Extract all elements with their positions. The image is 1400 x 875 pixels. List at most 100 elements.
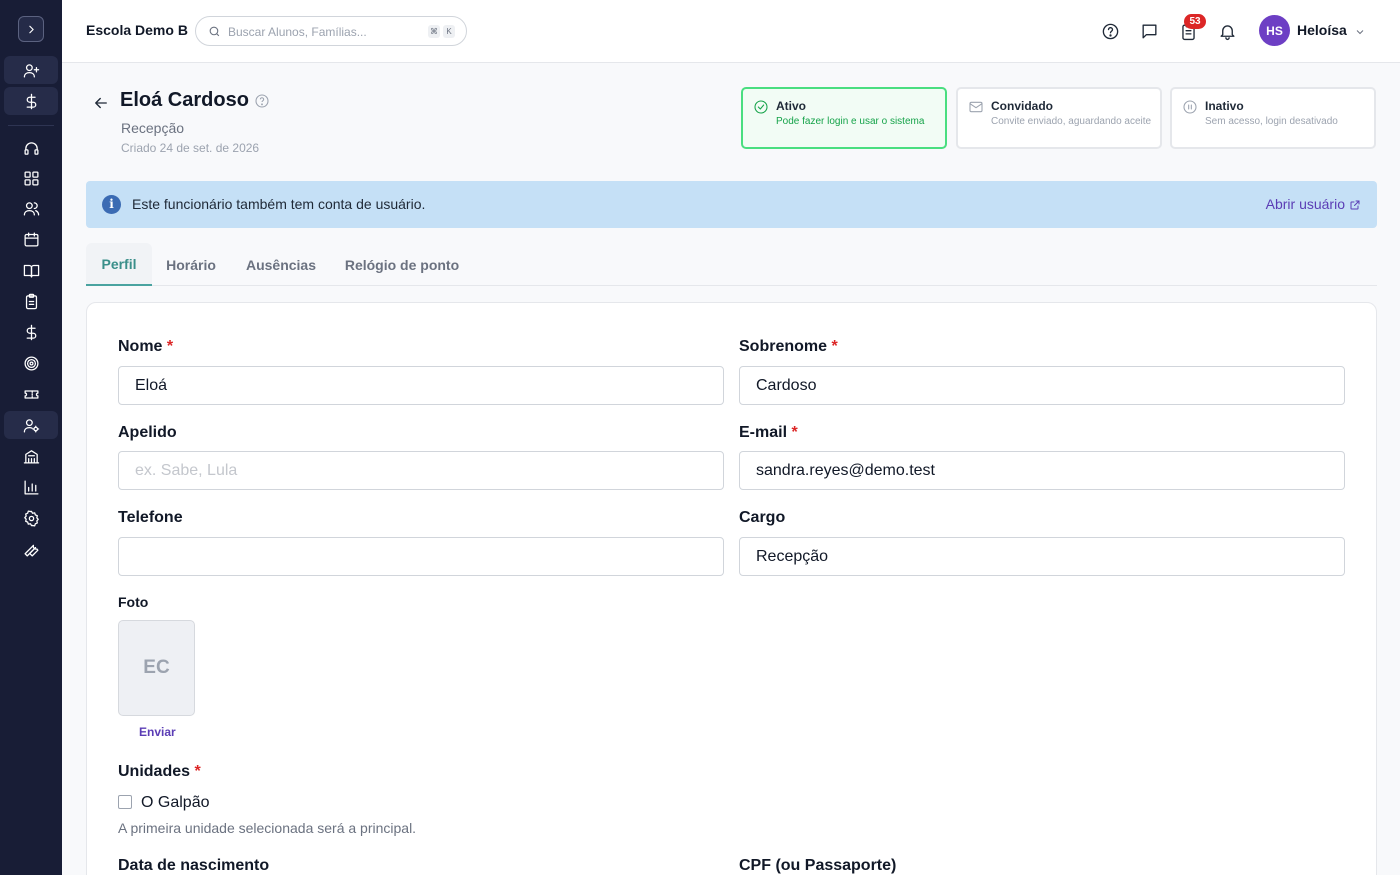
check-circle-icon xyxy=(753,99,769,115)
grid-icon xyxy=(23,170,39,186)
title-help-button[interactable] xyxy=(254,93,270,109)
sidebar-item-dashboard[interactable] xyxy=(4,164,58,192)
first-name-label: Nome * xyxy=(118,338,174,355)
sidebar-toggle-button[interactable] xyxy=(18,16,44,42)
dollar-icon xyxy=(26,93,36,109)
sidebar-item-finance[interactable] xyxy=(4,318,58,346)
sidebar-divider xyxy=(8,125,54,126)
global-search[interactable]: ⌘ K xyxy=(195,16,467,46)
user-name[interactable]: Heloísa xyxy=(1297,22,1347,38)
page-title: Eloá Cardoso xyxy=(120,89,249,111)
sidebar-item-attendance[interactable] xyxy=(4,287,58,315)
sidebar-item-tools[interactable] xyxy=(4,535,58,563)
phone-input[interactable] xyxy=(118,537,724,576)
target-icon xyxy=(23,355,39,371)
building-icon xyxy=(23,449,39,464)
wrench-icon xyxy=(23,544,39,557)
sidebar-item-staff[interactable] xyxy=(4,411,58,439)
sidebar-item-reports[interactable] xyxy=(4,473,58,501)
tab-time-clock[interactable]: Relógio de ponto xyxy=(340,243,464,286)
sidebar xyxy=(0,0,62,875)
first-name-input[interactable] xyxy=(118,366,724,405)
help-circle-icon xyxy=(1102,23,1118,39)
tab-profile[interactable]: Perfil xyxy=(86,243,152,286)
clipboard-icon xyxy=(25,293,37,309)
chevron-right-icon xyxy=(28,25,34,33)
status-option-invited[interactable]: Convidado Convite enviado, aguardando ac… xyxy=(956,87,1162,149)
unit-option-label[interactable]: O Galpão xyxy=(141,794,209,812)
book-icon xyxy=(23,264,39,278)
phone-label: Telefone xyxy=(118,509,183,526)
dollar-icon xyxy=(26,324,36,340)
employee-role: Recepção xyxy=(121,120,185,136)
last-name-label: Sobrenome * xyxy=(739,338,838,355)
status-title: Ativo xyxy=(776,99,806,113)
status-description: Convite enviado, aguardando aceite xyxy=(991,116,1152,127)
banner-text: Este funcionário também tem conta de usu… xyxy=(132,196,426,212)
user-menu-toggle[interactable] xyxy=(1354,25,1366,37)
pause-circle-icon xyxy=(1182,99,1198,115)
birth-date-label: Data de nascimento xyxy=(118,857,270,874)
email-input[interactable] xyxy=(739,451,1345,490)
nickname-input[interactable] xyxy=(118,451,724,490)
top-bar: Escola Demo B ⌘ K xyxy=(62,0,1400,63)
status-option-active[interactable]: Ativo Pode fazer login e usar o sistema xyxy=(741,87,947,149)
kbd-k: K xyxy=(443,25,455,38)
employee-created-date: Criado 24 de set. de 2026 xyxy=(121,141,260,155)
photo-placeholder[interactable]: EC xyxy=(118,620,195,716)
school-name[interactable]: Escola Demo B xyxy=(86,22,188,38)
position-input[interactable] xyxy=(739,537,1345,576)
ticket-icon xyxy=(23,389,39,399)
status-option-inactive[interactable]: Inativo Sem acesso, login desativado xyxy=(1170,87,1376,149)
arrow-left-icon xyxy=(95,97,107,109)
units-label: Unidades * xyxy=(118,763,201,780)
sidebar-item-calendar[interactable] xyxy=(4,225,58,253)
bell-icon xyxy=(1219,24,1235,40)
status-description: Pode fazer login e usar o sistema xyxy=(776,116,925,127)
email-label: E-mail * xyxy=(739,424,798,441)
users-icon xyxy=(23,201,39,216)
headset-icon xyxy=(23,141,39,155)
cpf-label: CPF (ou Passaporte) xyxy=(739,857,897,874)
notifications-button[interactable] xyxy=(1216,20,1238,42)
unit-checkbox[interactable] xyxy=(118,795,132,809)
position-label: Cargo xyxy=(739,509,786,526)
sidebar-item-admissions[interactable] xyxy=(4,56,58,84)
user-cog-icon xyxy=(23,418,39,433)
units-hint: A primeira unidade selecionada será a pr… xyxy=(118,820,417,836)
search-input[interactable] xyxy=(228,23,418,40)
status-title: Inativo xyxy=(1205,99,1244,113)
sidebar-item-tickets[interactable] xyxy=(4,380,58,408)
messages-button[interactable] xyxy=(1138,20,1160,42)
tab-bar: Perfil Horário Ausências Relógio de pont… xyxy=(86,243,1377,286)
user-avatar[interactable]: HS xyxy=(1259,15,1290,46)
tasks-count-badge: 53 xyxy=(1184,14,1206,29)
search-icon xyxy=(209,26,220,37)
user-plus-icon xyxy=(23,63,39,78)
sidebar-item-support[interactable] xyxy=(4,134,58,162)
nickname-label: Apelido xyxy=(118,424,177,441)
last-name-input[interactable] xyxy=(739,366,1345,405)
sidebar-item-units[interactable] xyxy=(4,442,58,470)
user-account-banner: i Este funcionário também tem conta de u… xyxy=(86,181,1377,228)
sidebar-item-people[interactable] xyxy=(4,194,58,222)
chevron-down-icon xyxy=(1356,30,1364,35)
info-icon: i xyxy=(102,195,121,214)
sidebar-item-settings[interactable] xyxy=(4,504,58,532)
sidebar-item-goals[interactable] xyxy=(4,349,58,377)
back-button[interactable] xyxy=(92,94,110,112)
external-link-icon[interactable] xyxy=(1349,198,1361,210)
tab-schedule[interactable]: Horário xyxy=(156,243,226,286)
open-user-link[interactable]: Abrir usuário xyxy=(1266,196,1345,212)
calendar-icon xyxy=(23,231,39,247)
sidebar-item-courses[interactable] xyxy=(4,256,58,284)
gear-icon xyxy=(23,509,39,527)
kbd-cmd: ⌘ xyxy=(428,25,440,38)
sidebar-item-billing[interactable] xyxy=(4,87,58,115)
bar-chart-icon xyxy=(23,479,39,495)
upload-photo-button[interactable]: Enviar xyxy=(139,725,176,739)
help-button[interactable] xyxy=(1099,20,1121,42)
tab-absences[interactable]: Ausências xyxy=(238,243,324,286)
mail-icon xyxy=(968,99,984,115)
status-title: Convidado xyxy=(991,99,1053,113)
